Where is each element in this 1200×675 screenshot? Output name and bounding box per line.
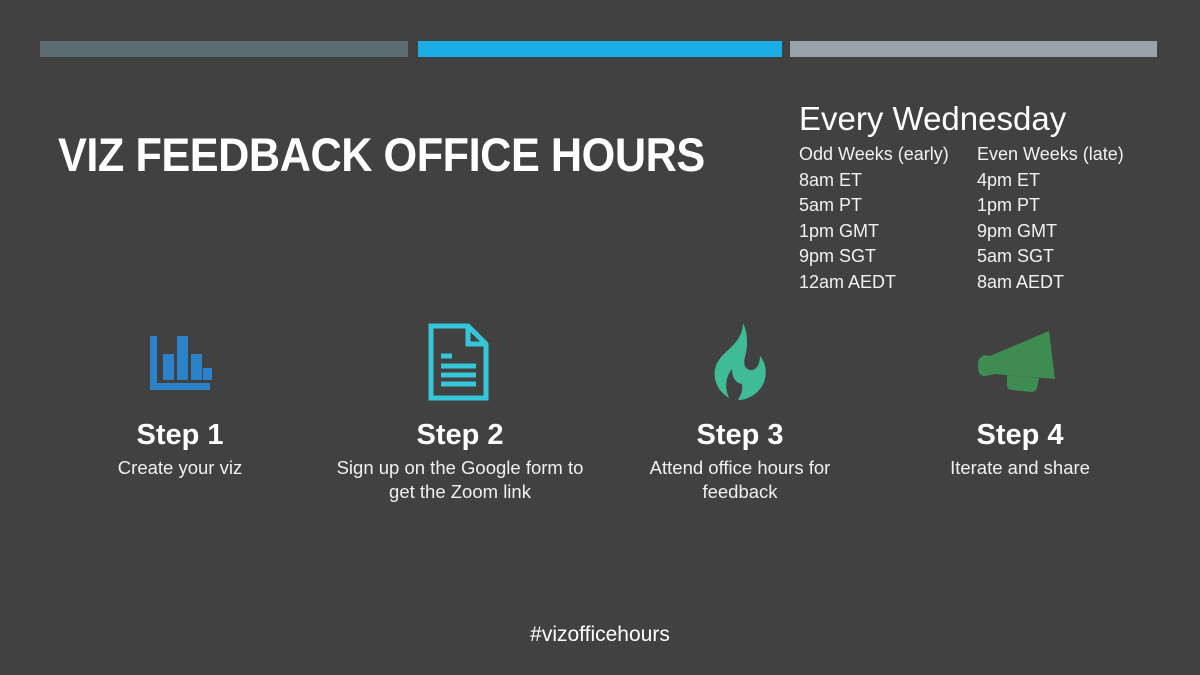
schedule-time: 8am ET bbox=[799, 169, 863, 190]
schedule-column-heading: Even Weeks (late) bbox=[977, 144, 1124, 164]
schedule-time: 5am SGT bbox=[977, 246, 1055, 267]
schedule-time: 8am AEDT bbox=[977, 271, 1065, 292]
step-caption: Iterate and share bbox=[950, 457, 1090, 478]
schedule-time: 12am AEDT bbox=[799, 271, 897, 292]
slate-bar bbox=[40, 41, 408, 57]
hashtag-footer: #vizofficehours bbox=[530, 623, 670, 646]
step-title: Step 3 bbox=[696, 419, 784, 451]
step-item-3: Step 3 Attend office hours for feedback bbox=[600, 320, 880, 504]
schedule-columns: Odd Weeks (early) 8am ET 5am PT 1pm GMT … bbox=[799, 142, 1179, 296]
steps-row: Step 1 Create your viz Step 2 Sign up on… bbox=[40, 320, 1160, 504]
schedule-title: Every Wednesday bbox=[799, 100, 1067, 137]
document-icon bbox=[424, 320, 496, 404]
schedule-column-even-weeks: Even Weeks (late) 4pm ET 1pm PT 9pm GMT … bbox=[977, 142, 1155, 296]
top-accent-bars bbox=[0, 41, 1200, 57]
step-item-2: Step 2 Sign up on the Google form to get… bbox=[320, 320, 600, 504]
flame-icon bbox=[710, 320, 770, 404]
schedule-block: Every Wednesday Odd Weeks (early) 8am ET… bbox=[799, 98, 1179, 296]
step-item-1: Step 1 Create your viz bbox=[40, 320, 320, 504]
bar-chart-icon bbox=[144, 320, 216, 404]
gray-bar bbox=[790, 41, 1157, 57]
schedule-time: 1pm PT bbox=[977, 195, 1041, 216]
schedule-time: 9pm SGT bbox=[799, 246, 877, 267]
megaphone-icon bbox=[977, 320, 1063, 404]
schedule-time: 4pm ET bbox=[977, 169, 1041, 190]
page-title: VIZ FEEDBACK OFFICE HOURS bbox=[58, 128, 705, 181]
step-title: Step 1 bbox=[136, 419, 224, 451]
schedule-time: 5am PT bbox=[799, 195, 863, 216]
schedule-column-heading: Odd Weeks (early) bbox=[799, 144, 949, 164]
cyan-bar bbox=[418, 41, 782, 57]
step-caption: Sign up on the Google form to get the Zo… bbox=[336, 457, 584, 502]
step-title: Step 2 bbox=[416, 419, 504, 451]
schedule-column-odd-weeks: Odd Weeks (early) 8am ET 5am PT 1pm GMT … bbox=[799, 142, 977, 296]
step-item-4: Step 4 Iterate and share bbox=[880, 320, 1160, 504]
step-title: Step 4 bbox=[976, 419, 1064, 451]
step-caption: Attend office hours for feedback bbox=[649, 457, 831, 502]
step-caption: Create your viz bbox=[117, 457, 243, 478]
schedule-time: 1pm GMT bbox=[799, 220, 880, 241]
schedule-time: 9pm GMT bbox=[977, 220, 1058, 241]
